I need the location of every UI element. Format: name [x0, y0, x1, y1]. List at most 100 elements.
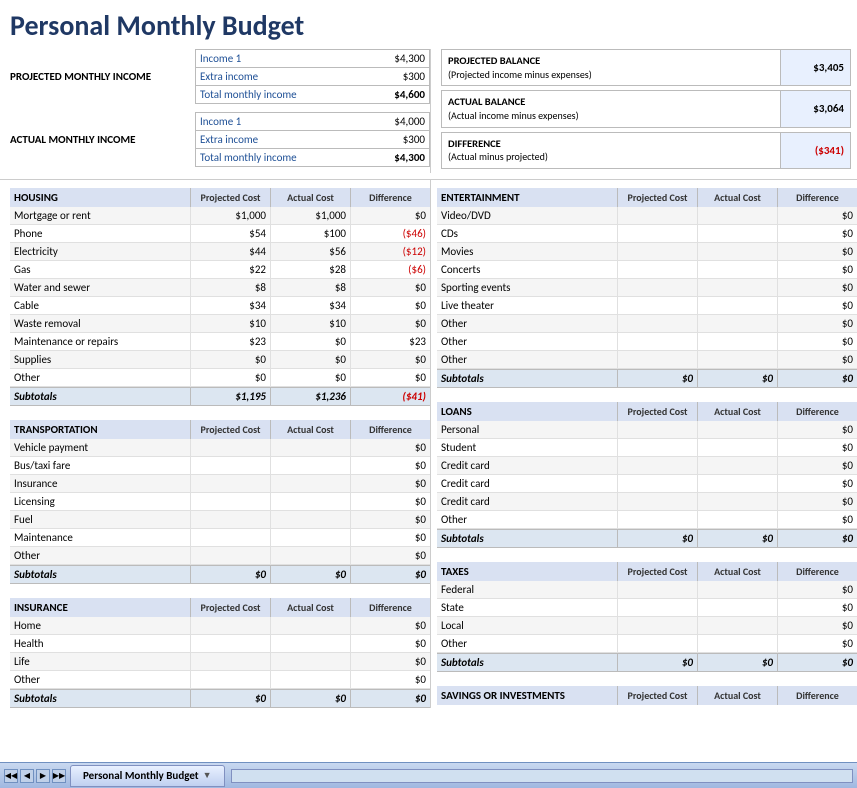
income-total-label: Total monthly income	[196, 149, 349, 166]
loans-header: LOANS Projected Cost Actual Cost Differe…	[437, 402, 857, 421]
nav-first-arrow[interactable]: ◀◀	[4, 769, 18, 783]
main-grid: HOUSING Projected Cost Actual Cost Diffe…	[0, 180, 857, 708]
taxes-title: TAXES	[437, 562, 617, 581]
transportation-subtotal: Subtotals $0 $0 $0	[10, 565, 430, 584]
insurance-section: INSURANCE Projected Cost Actual Cost Dif…	[10, 598, 430, 708]
list-item: Total monthly income $4,600	[195, 85, 430, 104]
actual-income-label: ACTUAL MONTHLY INCOME	[10, 112, 195, 167]
projected-income-block: PROJECTED MONTHLY INCOME Income 1 $4,300…	[10, 49, 430, 104]
table-row: Sporting events $0	[437, 279, 857, 297]
housing-subtotal: Subtotals $1,195 $1,236 ($41)	[10, 387, 430, 406]
difference-balance-block: DIFFERENCE (Actual minus projected) ($34…	[441, 132, 851, 169]
loans-subtotal: Subtotals $0 $0 $0	[437, 529, 857, 548]
projected-income-rows: Income 1 $4,300 Extra income $300 Total …	[195, 49, 430, 104]
entertainment-subtotal: Subtotals $0 $0 $0	[437, 369, 857, 388]
table-row: Other $0	[437, 511, 857, 529]
table-row: Credit card $0	[437, 457, 857, 475]
list-item: Extra income $300	[195, 67, 430, 85]
list-item: Total monthly income $4,300	[195, 148, 430, 167]
table-row: Cable $34 $34 $0	[10, 297, 430, 315]
difference-label: DIFFERENCE (Actual minus projected)	[442, 133, 780, 168]
savings-title: SAVINGS OR INVESTMENTS	[437, 686, 617, 705]
taskbar: ◀◀ ◀ ▶ ▶▶ Personal Monthly Budget ▼	[0, 762, 857, 788]
actual-balance-label: ACTUAL BALANCE (Actual income minus expe…	[442, 91, 780, 126]
table-row: Electricity $44 $56 ($12)	[10, 243, 430, 261]
table-row: Other $0	[10, 547, 430, 565]
left-column: HOUSING Projected Cost Actual Cost Diffe…	[0, 180, 430, 708]
table-row: Live theater $0	[437, 297, 857, 315]
taxes-header: TAXES Projected Cost Actual Cost Differe…	[437, 562, 857, 581]
table-row: Federal $0	[437, 581, 857, 599]
sheet-nav-arrows[interactable]: ◀◀ ◀ ▶ ▶▶	[4, 769, 66, 783]
table-row: Water and sewer $8 $8 $0	[10, 279, 430, 297]
insurance-subtotal: Subtotals $0 $0 $0	[10, 689, 430, 708]
sheet-tab[interactable]: Personal Monthly Budget ▼	[70, 765, 225, 787]
horizontal-scrollbar[interactable]	[231, 769, 853, 783]
tab-arrow-icon: ▼	[203, 770, 212, 781]
table-row: Licensing $0	[10, 493, 430, 511]
table-row: Concerts $0	[437, 261, 857, 279]
taxes-section: TAXES Projected Cost Actual Cost Differe…	[437, 562, 857, 672]
income-row-label: Extra income	[196, 131, 349, 148]
loans-section: LOANS Projected Cost Actual Cost Differe…	[437, 402, 857, 548]
actual-income-block: ACTUAL MONTHLY INCOME Income 1 $4,000 Ex…	[10, 112, 430, 167]
table-row: Credit card $0	[437, 475, 857, 493]
list-item: Income 1 $4,300	[195, 49, 430, 67]
table-row: Maintenance or repairs $23 $0 $23	[10, 333, 430, 351]
income-tables: PROJECTED MONTHLY INCOME Income 1 $4,300…	[0, 49, 430, 173]
difference-value: ($341)	[780, 133, 850, 168]
income-total-value: $4,600	[349, 86, 429, 103]
housing-col-actual: Actual Cost	[270, 188, 350, 207]
list-item: Extra income $300	[195, 130, 430, 148]
table-row: Mortgage or rent $1,000 $1,000 $0	[10, 207, 430, 225]
sheet-tab-label: Personal Monthly Budget	[83, 769, 199, 782]
table-row: State $0	[437, 599, 857, 617]
table-row: Personal $0	[437, 421, 857, 439]
table-row: Movies $0	[437, 243, 857, 261]
table-row: Insurance $0	[10, 475, 430, 493]
savings-section: SAVINGS OR INVESTMENTS Projected Cost Ac…	[437, 686, 857, 705]
table-row: Other $0	[10, 671, 430, 689]
actual-balance-block: ACTUAL BALANCE (Actual income minus expe…	[441, 90, 851, 127]
income-row-value: $4,000	[349, 113, 429, 130]
entertainment-title: ENTERTAINMENT	[437, 188, 617, 207]
nav-next-arrow[interactable]: ▶	[36, 769, 50, 783]
table-row: Maintenance $0	[10, 529, 430, 547]
table-row: CDs $0	[437, 225, 857, 243]
housing-col-diff: Difference	[350, 188, 430, 207]
actual-income-rows: Income 1 $4,000 Extra income $300 Total …	[195, 112, 430, 167]
table-row: Local $0	[437, 617, 857, 635]
entertainment-header: ENTERTAINMENT Projected Cost Actual Cost…	[437, 188, 857, 207]
table-row: Phone $54 $100 ($46)	[10, 225, 430, 243]
income-row-value: $300	[349, 131, 429, 148]
housing-title: HOUSING	[10, 188, 190, 207]
table-row: Vehicle payment $0	[10, 439, 430, 457]
projected-balance-value: $3,405	[780, 50, 850, 85]
table-row: Health $0	[10, 635, 430, 653]
savings-header: SAVINGS OR INVESTMENTS Projected Cost Ac…	[437, 686, 857, 705]
income-row-value: $300	[349, 68, 429, 85]
transportation-section: TRANSPORTATION Projected Cost Actual Cos…	[10, 420, 430, 584]
table-row: Credit card $0	[437, 493, 857, 511]
nav-last-arrow[interactable]: ▶▶	[52, 769, 66, 783]
transportation-title: TRANSPORTATION	[10, 420, 190, 439]
insurance-header: INSURANCE Projected Cost Actual Cost Dif…	[10, 598, 430, 617]
income-total-label: Total monthly income	[196, 86, 349, 103]
table-row: Other $0	[437, 315, 857, 333]
list-item: Income 1 $4,000	[195, 112, 430, 130]
income-total-value: $4,300	[349, 149, 429, 166]
housing-col-projected: Projected Cost	[190, 188, 270, 207]
transportation-header: TRANSPORTATION Projected Cost Actual Cos…	[10, 420, 430, 439]
table-row: Other $0	[437, 635, 857, 653]
income-row-label: Extra income	[196, 68, 349, 85]
income-row-label: Income 1	[196, 50, 349, 67]
table-row: Other $0	[437, 333, 857, 351]
table-row: Gas $22 $28 ($6)	[10, 261, 430, 279]
insurance-title: INSURANCE	[10, 598, 190, 617]
table-row: Student $0	[437, 439, 857, 457]
actual-balance-value: $3,064	[780, 91, 850, 126]
nav-prev-arrow[interactable]: ◀	[20, 769, 34, 783]
table-row: Other $0 $0 $0	[10, 369, 430, 387]
housing-header: HOUSING Projected Cost Actual Cost Diffe…	[10, 188, 430, 207]
right-column: ENTERTAINMENT Projected Cost Actual Cost…	[430, 180, 857, 708]
